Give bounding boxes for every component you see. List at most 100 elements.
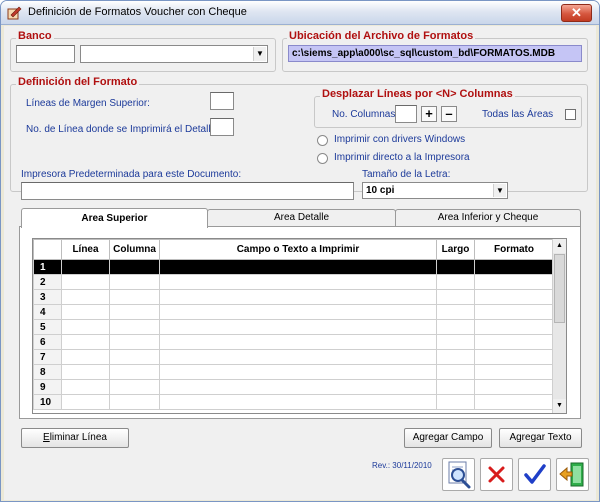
cell-columna[interactable] [109, 334, 160, 350]
table-row[interactable]: 3 [33, 289, 554, 305]
todas-areas-checkbox[interactable] [565, 109, 576, 120]
agregar-campo-button[interactable]: Agregar Campo [404, 428, 492, 448]
cell-largo[interactable] [436, 349, 475, 365]
preview-button[interactable] [442, 458, 475, 491]
row-number[interactable]: 1 [33, 259, 62, 275]
row-number[interactable]: 3 [33, 289, 62, 305]
cell-columna[interactable] [109, 304, 160, 320]
cell-columna[interactable] [109, 289, 160, 305]
cancel-button[interactable] [480, 458, 513, 491]
cell-formato[interactable] [474, 334, 554, 350]
cell-campo[interactable] [159, 364, 437, 380]
columnas-input[interactable] [395, 105, 417, 123]
cell-linea[interactable] [61, 304, 110, 320]
cell-largo[interactable] [436, 274, 475, 290]
cell-campo[interactable] [159, 379, 437, 395]
table-row[interactable]: 4 [33, 304, 554, 320]
cell-linea[interactable] [61, 289, 110, 305]
table-row[interactable]: 6 [33, 334, 554, 350]
chevron-down-icon[interactable]: ▼ [253, 47, 266, 61]
cell-columna[interactable] [109, 349, 160, 365]
accept-button[interactable] [518, 458, 551, 491]
grid-header-campo[interactable]: Campo o Texto a Imprimir [159, 239, 437, 260]
banco-name-select[interactable]: ▼ [80, 45, 268, 63]
cell-columna[interactable] [109, 259, 160, 275]
cell-linea[interactable] [61, 274, 110, 290]
cell-formato[interactable] [474, 304, 554, 320]
cell-largo[interactable] [436, 319, 475, 335]
radio-drivers-windows[interactable] [317, 135, 328, 146]
cell-campo[interactable] [159, 319, 437, 335]
banco-code-input[interactable] [16, 45, 75, 63]
cell-columna[interactable] [109, 394, 160, 410]
cell-campo[interactable] [159, 334, 437, 350]
cell-largo[interactable] [436, 259, 475, 275]
row-number[interactable]: 5 [33, 319, 62, 335]
row-number[interactable]: 2 [33, 274, 62, 290]
eliminar-linea-button[interactable]: Eliminar Línea [21, 428, 129, 448]
scroll-down-icon[interactable]: ▼ [553, 399, 566, 413]
row-number[interactable]: 4 [33, 304, 62, 320]
table-row[interactable]: 1 [33, 259, 554, 275]
row-number[interactable]: 10 [33, 394, 62, 410]
cell-formato[interactable] [474, 289, 554, 305]
decrement-button[interactable]: – [441, 106, 457, 122]
grid-header-formato[interactable]: Formato [474, 239, 554, 260]
table-row[interactable]: 9 [33, 379, 554, 395]
close-button[interactable]: ✕ [561, 4, 592, 22]
cell-campo[interactable] [159, 394, 437, 410]
cell-largo[interactable] [436, 334, 475, 350]
table-row[interactable]: 2 [33, 274, 554, 290]
cell-campo[interactable] [159, 304, 437, 320]
grid-header-linea[interactable]: Línea [61, 239, 110, 260]
cell-formato[interactable] [474, 364, 554, 380]
cell-linea[interactable] [61, 334, 110, 350]
cell-largo[interactable] [436, 364, 475, 380]
cell-campo[interactable] [159, 289, 437, 305]
exit-button[interactable] [556, 458, 589, 491]
chevron-down-icon[interactable]: ▼ [493, 184, 506, 197]
cell-formato[interactable] [474, 349, 554, 365]
cell-linea[interactable] [61, 394, 110, 410]
cell-linea[interactable] [61, 349, 110, 365]
table-row[interactable]: 7 [33, 349, 554, 365]
table-row[interactable]: 10 [33, 394, 554, 410]
format-grid[interactable]: Línea Columna Campo o Texto a Imprimir L… [32, 238, 567, 414]
cell-columna[interactable] [109, 379, 160, 395]
cell-campo[interactable] [159, 349, 437, 365]
cell-linea[interactable] [61, 259, 110, 275]
cell-formato[interactable] [474, 394, 554, 410]
cell-formato[interactable] [474, 379, 554, 395]
table-row[interactable]: 8 [33, 364, 554, 380]
radio-directo-impresora-label[interactable]: Imprimir directo a la Impresora [334, 152, 470, 163]
cell-campo[interactable] [159, 274, 437, 290]
row-number[interactable]: 8 [33, 364, 62, 380]
cell-largo[interactable] [436, 304, 475, 320]
table-row[interactable]: 5 [33, 319, 554, 335]
cell-formato[interactable] [474, 259, 554, 275]
scroll-up-icon[interactable]: ▲ [553, 239, 566, 253]
tab-area-superior[interactable]: Area Superior [21, 208, 208, 228]
row-number[interactable]: 9 [33, 379, 62, 395]
cell-campo[interactable] [159, 259, 437, 275]
letra-select[interactable]: 10 cpi ▼ [362, 182, 508, 199]
cell-formato[interactable] [474, 319, 554, 335]
cell-columna[interactable] [109, 274, 160, 290]
cell-linea[interactable] [61, 364, 110, 380]
grid-scrollbar[interactable]: ▲ ▼ [552, 239, 566, 413]
margen-superior-input[interactable] [210, 92, 234, 110]
cell-linea[interactable] [61, 319, 110, 335]
scroll-thumb[interactable] [554, 254, 565, 323]
cell-largo[interactable] [436, 394, 475, 410]
cell-formato[interactable] [474, 274, 554, 290]
cell-columna[interactable] [109, 319, 160, 335]
row-number[interactable]: 6 [33, 334, 62, 350]
increment-button[interactable]: + [421, 106, 437, 122]
grid-header-columna[interactable]: Columna [109, 239, 160, 260]
linea-detalle-input[interactable] [210, 118, 234, 136]
cell-columna[interactable] [109, 364, 160, 380]
cell-linea[interactable] [61, 379, 110, 395]
grid-header-largo[interactable]: Largo [436, 239, 475, 260]
radio-directo-impresora[interactable] [317, 153, 328, 164]
cell-largo[interactable] [436, 289, 475, 305]
